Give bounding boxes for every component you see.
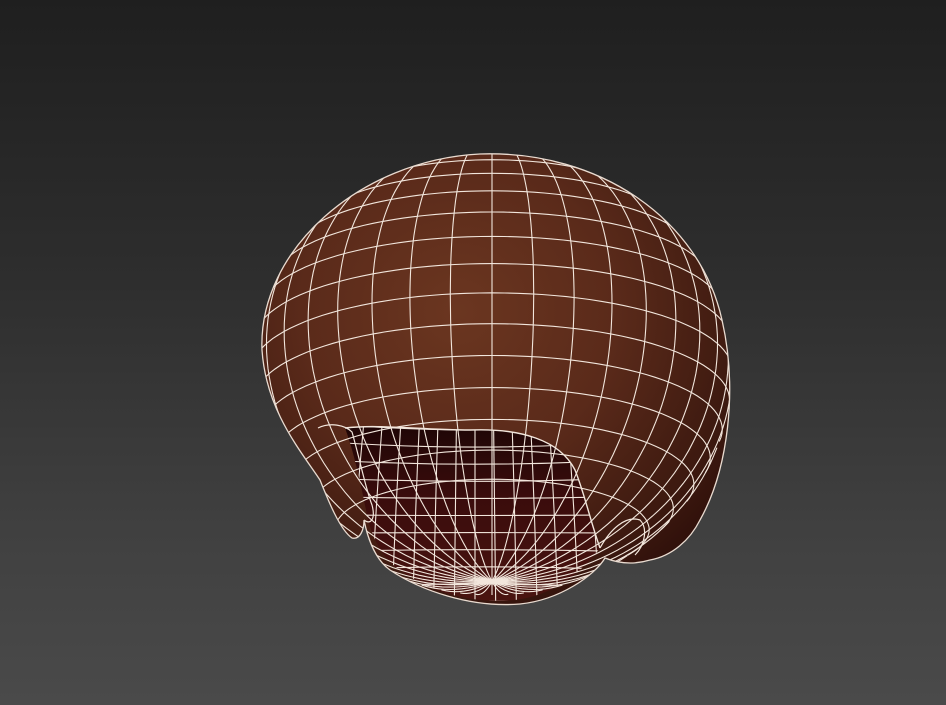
- wire-edge: [345, 514, 600, 517]
- 3d-viewport[interactable]: [0, 0, 946, 705]
- hair-cap-mesh[interactable]: [252, 145, 732, 606]
- viewport-canvas[interactable]: [0, 0, 946, 705]
